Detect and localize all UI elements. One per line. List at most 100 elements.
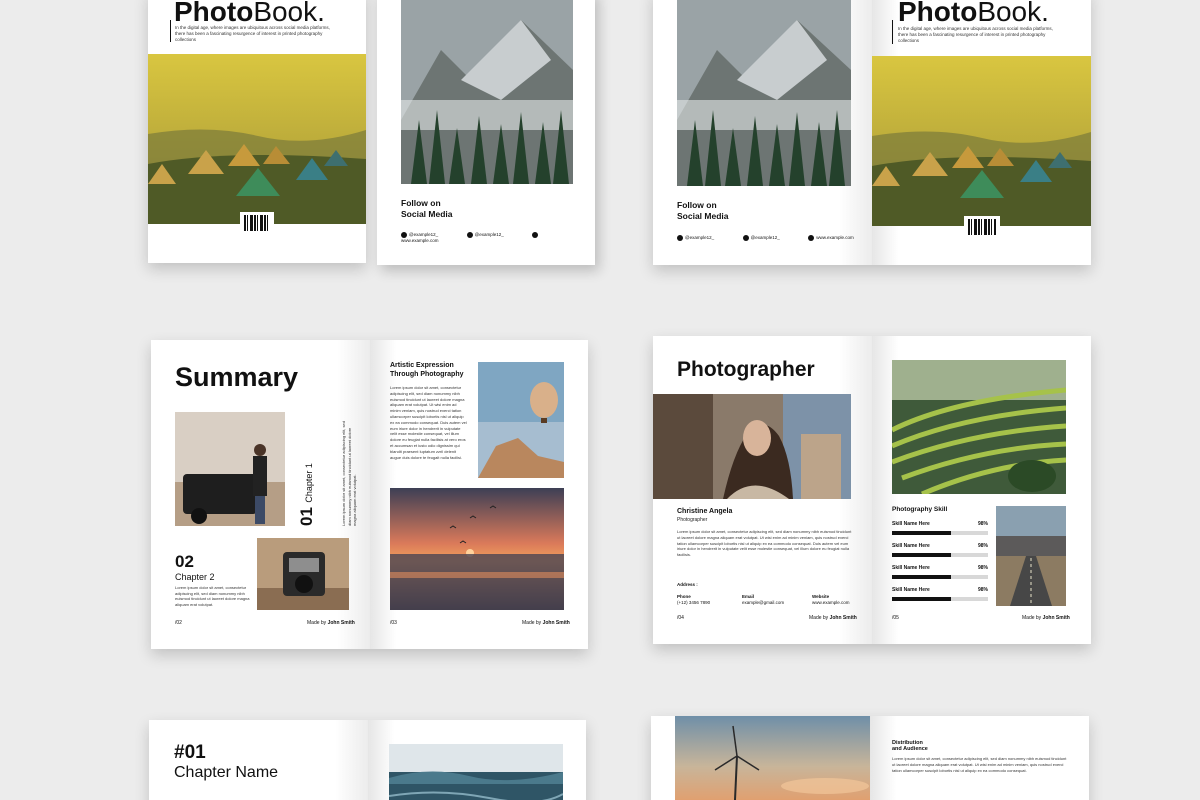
instagram-handle[interactable]: @example12_	[685, 235, 714, 240]
photographer-right-page: Photography Skill Skill Name Here 98% Skil…	[872, 336, 1091, 644]
desert-road-photo	[996, 506, 1066, 606]
skill-name: Skill Name Here	[892, 565, 930, 571]
credit-left: Made by John Smith	[809, 615, 857, 621]
chapter2-number: 02	[175, 552, 194, 571]
article-body: Lorem ipsum dolor sit amet, consectetur …	[390, 385, 467, 460]
skill-bar-track	[892, 597, 988, 601]
chapter-number: #01	[174, 742, 206, 763]
photographer-name: Christine Angela	[677, 508, 733, 515]
social-row: @example12_ @example12_ www.example.com	[677, 235, 857, 241]
cover-rule	[892, 20, 893, 44]
skill-name: Skill Name Here	[892, 521, 930, 527]
made-by-label: Made by	[1022, 615, 1042, 621]
page-number-right: /05	[892, 615, 899, 621]
summary-right-page: Artistic Expression Through Photography …	[370, 340, 588, 649]
x-icon	[466, 232, 473, 238]
back-cover-leaf: Follow on Social Media @example12_ @exam…	[377, 0, 595, 265]
jeep-rear-photo	[257, 538, 349, 610]
credit-left: Made by John Smith	[307, 620, 355, 626]
summary-spread: Summary 01 Chapter 1 Lorem ipsum dolor s…	[151, 340, 588, 649]
email-block: Email example@gmail.com	[742, 594, 784, 606]
distribution-body: Lorem ipsum dolor sit amet, consectetur …	[892, 756, 1067, 773]
x-handle[interactable]: @example12_	[751, 235, 780, 240]
skill-bar-fill	[892, 553, 951, 557]
phone-value[interactable]: (+12) 3456 7890	[677, 600, 710, 606]
mountain-forest-photo-2	[677, 0, 851, 186]
chapter2-label: Chapter 2	[175, 572, 215, 582]
page-number-left: /02	[175, 620, 182, 626]
website-link[interactable]: www.example.com	[401, 238, 439, 243]
skill-bar-fill	[892, 597, 951, 601]
distribution-spread: Distribution and Audience Lorem ipsum do…	[651, 716, 1089, 800]
follow-heading-2: Social Media	[677, 211, 729, 221]
chapter-name: Chapter Name	[174, 764, 279, 781]
article-title-line1: Artistic Expression	[390, 362, 454, 369]
follow-heading-1: Follow on	[677, 200, 717, 210]
cover-title: PhotoBook.	[174, 0, 325, 26]
author-name: John Smith	[327, 620, 355, 626]
page-number-right: /03	[390, 620, 397, 626]
follow-heading-2: Social Media	[401, 209, 453, 219]
skill-name: Skill Name Here	[892, 587, 930, 593]
skill-row: Skill Name Here 98%	[892, 521, 988, 539]
chapter-spread: #01 Chapter Name	[149, 720, 586, 800]
made-by-label: Made by	[809, 615, 829, 621]
skill-percent: 98%	[977, 543, 988, 549]
website-value[interactable]: www.example.com	[812, 600, 850, 606]
camping-tents-photo	[148, 54, 366, 224]
cover-page: PhotoBook. In the digital age, where ima…	[872, 0, 1091, 265]
made-by-label: Made by	[522, 620, 542, 626]
x-handle[interactable]: @example12_	[475, 232, 504, 237]
chapter2-text: Lorem ipsum dolor sit amet, consectetur …	[175, 585, 250, 607]
man-with-jeep-photo	[175, 412, 285, 526]
skill-bar-track	[892, 553, 988, 557]
ocean-wave-photo	[389, 744, 563, 800]
phone-block: Phone (+12) 3456 7890	[677, 594, 710, 606]
skill-bar-fill	[892, 575, 951, 579]
distribution-right-page: Distribution and Audience Lorem ipsum do…	[870, 716, 1089, 800]
social-row: @example12_ @example12_ www.example.com	[401, 232, 577, 243]
hot-air-balloon-photo	[478, 362, 564, 478]
cover-spread-right: Follow on Social Media @example12_ @exam…	[653, 0, 1091, 265]
photographer-bio: Lorem ipsum dolor sit amet, consectetur …	[677, 529, 852, 558]
article-title-line2: Through Photography	[390, 371, 464, 378]
skill-row: Skill Name Here 98%	[892, 543, 988, 561]
x-icon	[742, 235, 749, 241]
skill-bar-track	[892, 575, 988, 579]
skill-heading: Photography Skill	[892, 506, 948, 513]
cover-title-light: Book.	[977, 0, 1049, 27]
rice-terraces-photo	[892, 360, 1066, 494]
author-name: John Smith	[542, 620, 570, 626]
credit-right: Made by John Smith	[1022, 615, 1070, 621]
photographer-title: Photographer	[677, 358, 815, 381]
wind-turbine-photo	[675, 716, 870, 800]
distribution-left-page	[651, 716, 870, 800]
back-page: Follow on Social Media @example12_ @exam…	[653, 0, 872, 265]
author-name: John Smith	[829, 615, 857, 621]
made-by-label: Made by	[307, 620, 327, 626]
chapter-left-page: #01 Chapter Name	[149, 720, 368, 800]
portrait-photo	[653, 394, 851, 499]
barcode-icon	[964, 216, 1000, 238]
cover-title: PhotoBook.	[898, 0, 1049, 26]
instagram-handle[interactable]: @example12_	[409, 232, 438, 237]
website-link[interactable]: www.example.com	[816, 235, 854, 240]
skill-row: Skill Name Here 98%	[892, 565, 988, 583]
web-icon	[532, 232, 539, 238]
chapter1-label: Chapter 1	[304, 463, 314, 503]
cover-title-light: Book.	[253, 0, 325, 27]
skill-bar-fill	[892, 531, 951, 535]
instagram-icon	[677, 235, 683, 241]
photographer-left-page: Photographer Christine Angela Photograph…	[653, 336, 872, 644]
skill-row: Skill Name Here 98%	[892, 587, 988, 605]
skill-bar-track	[892, 531, 988, 535]
chapter-right-page	[368, 720, 586, 800]
web-icon	[808, 235, 815, 241]
camping-tents-photo	[872, 56, 1091, 226]
email-value[interactable]: example@gmail.com	[742, 600, 784, 606]
author-name: John Smith	[1042, 615, 1070, 621]
chapter1-number: 01	[297, 507, 316, 526]
barcode-icon	[240, 212, 274, 234]
address-label: Address :	[677, 582, 698, 587]
follow-heading-1: Follow on	[401, 198, 441, 208]
